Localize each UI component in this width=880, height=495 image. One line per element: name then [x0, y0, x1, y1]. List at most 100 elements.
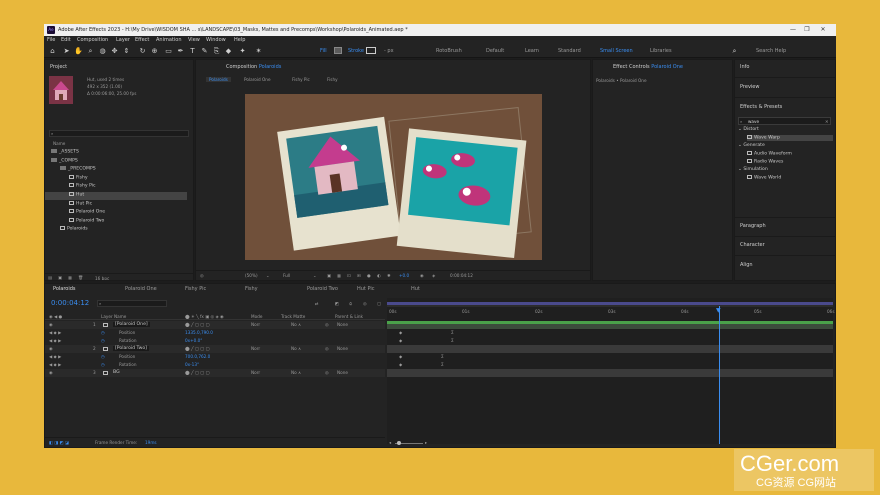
- layer-name[interactable]: [Polaroid One]: [113, 322, 150, 327]
- crumb-fishy[interactable]: Fishy: [327, 77, 338, 82]
- selection-tool-icon[interactable]: ➤: [62, 47, 71, 55]
- keyframe-nav-icon[interactable]: ◀ ◆ ▶: [49, 354, 61, 359]
- menu-layer[interactable]: Layer: [116, 37, 130, 43]
- effects-item[interactable]: Audio Waveform: [747, 151, 833, 157]
- info-panel-title[interactable]: Info: [740, 64, 749, 70]
- effects-item[interactable]: Wave Warp: [747, 135, 833, 141]
- search-help[interactable]: Search Help: [756, 48, 786, 54]
- stopwatch-icon[interactable]: ◷: [101, 362, 105, 367]
- time-graph[interactable]: 00s 01s 02s 03s 04s 05s 06s ◆ Σ ◆ Σ ◆ Σ ◆ Σ ▼: [387, 298, 835, 444]
- fill-swatch[interactable]: [334, 47, 342, 54]
- property-value[interactable]: 1335.0,790.0: [185, 330, 213, 335]
- project-item[interactable]: _ASSETS: [45, 149, 187, 157]
- paragraph-panel-title[interactable]: Paragraph: [740, 223, 766, 229]
- property-value[interactable]: 0x+0.0°: [185, 338, 202, 343]
- menu-effect[interactable]: Effect: [135, 37, 149, 43]
- anchor-tool-icon[interactable]: ⊕: [150, 47, 159, 55]
- workspace-default[interactable]: Default: [486, 48, 504, 54]
- layer-trkmat[interactable]: No ∧: [291, 322, 301, 327]
- trkmat-column[interactable]: Track Matte: [281, 314, 305, 319]
- layer-switches-icon[interactable]: ⬤ ╱ ▢ ▢ ▢: [185, 322, 209, 327]
- effects-search-input[interactable]: ⌕ wave ✕: [738, 117, 831, 125]
- menu-animation[interactable]: Animation: [156, 37, 182, 43]
- timeline-tab[interactable]: Fishy: [245, 286, 258, 292]
- dolly-tool-icon[interactable]: ⇕: [122, 47, 131, 55]
- crumb-polaroid-one[interactable]: Polaroid One: [244, 77, 271, 82]
- layer-row[interactable]: ◉ 1 [Polaroid One] ⬤ ╱ ▢ ▢ ▢ Norr No ∧ ◎ None: [45, 321, 385, 329]
- character-panel-title[interactable]: Character: [740, 242, 765, 248]
- parent-pickwhip-icon[interactable]: ◎: [325, 370, 329, 375]
- exposure-value[interactable]: +0.0: [399, 273, 409, 278]
- graph-editor-icon[interactable]: ▢: [377, 301, 381, 306]
- effects-item[interactable]: Radio Waves: [747, 159, 833, 165]
- menu-window[interactable]: Window: [206, 37, 226, 43]
- puppet-tool-icon[interactable]: ✶: [254, 47, 263, 55]
- timeline-current-time[interactable]: 0:00:04:12: [51, 299, 89, 307]
- stroke-width[interactable]: - px: [384, 48, 394, 54]
- project-item[interactable]: Polaroids: [45, 226, 187, 234]
- workspace-libraries[interactable]: Libraries: [650, 48, 672, 54]
- bpc-label[interactable]: 16 bpc: [95, 276, 109, 280]
- guides-icon[interactable]: ⊞: [357, 273, 361, 278]
- eraser-tool-icon[interactable]: ◆: [224, 47, 233, 55]
- eye-icon[interactable]: ◉: [49, 322, 53, 327]
- crumb-polaroids[interactable]: Polaroids: [206, 77, 231, 82]
- comp-time[interactable]: 0:00:04:12: [450, 273, 473, 278]
- eye-icon[interactable]: ◉: [49, 346, 53, 351]
- rotate-tool-icon[interactable]: ↻: [138, 47, 147, 55]
- workspace-small-screen[interactable]: Small Screen: [600, 48, 633, 54]
- layer-duration-bar[interactable]: [387, 345, 833, 353]
- keyframe-nav-icon[interactable]: ◀ ◆ ▶: [49, 330, 61, 335]
- clone-tool-icon[interactable]: ⎘: [212, 47, 221, 55]
- project-item[interactable]: _PRECOMPS: [45, 166, 187, 174]
- maximize-button[interactable]: ❐: [802, 26, 812, 34]
- keyframe-nav-icon[interactable]: ◀ ◆ ▶: [49, 338, 61, 343]
- timeline-search-input[interactable]: [97, 300, 167, 307]
- motion-blur-icon[interactable]: ◎: [363, 301, 367, 306]
- property-row[interactable]: ◀ ◆ ▶ ◷ Rotation 0x-13°: [45, 361, 385, 369]
- project-search-input[interactable]: [49, 130, 189, 137]
- layer-trkmat[interactable]: No ∧: [291, 370, 301, 375]
- layer-mode[interactable]: Norr: [251, 370, 260, 375]
- type-tool-icon[interactable]: T: [188, 47, 197, 55]
- comp-flowchart-icon[interactable]: ⇄: [315, 301, 319, 306]
- always-preview-icon[interactable]: ◎: [200, 273, 204, 278]
- project-name-column[interactable]: Name: [53, 141, 65, 146]
- keyframe-nav-icon[interactable]: ◀ ◆ ▶: [49, 362, 61, 367]
- keyframe-icon[interactable]: ◆: [399, 362, 402, 367]
- layer-parent[interactable]: None: [337, 346, 348, 351]
- crumb-fishy-pic[interactable]: Fishy Pic: [292, 77, 310, 82]
- property-row[interactable]: ◀ ◆ ▶ ◷ Position 1335.0,790.0: [45, 329, 385, 337]
- interpret-footage-icon[interactable]: ▤: [48, 275, 52, 280]
- region-icon[interactable]: ▣: [327, 273, 331, 278]
- project-item[interactable]: Polaroid Two: [45, 217, 187, 226]
- playhead[interactable]: [719, 306, 720, 444]
- snapshot-icon[interactable]: ◉: [420, 273, 424, 278]
- effect-controls-title[interactable]: Effect Controls Polaroid One: [613, 64, 683, 70]
- effects-group[interactable]: ⌄ Simulation: [738, 167, 768, 172]
- brush-tool-icon[interactable]: ✎: [200, 47, 209, 55]
- workspace-standard[interactable]: Standard: [558, 48, 581, 54]
- project-item[interactable]: Polaroid One: [45, 209, 187, 217]
- show-snapshot-icon[interactable]: ◈: [432, 273, 435, 278]
- layer-name-column[interactable]: Layer Name: [101, 314, 126, 319]
- keyframe-icon[interactable]: Σ: [441, 354, 444, 359]
- timeline-tab[interactable]: Hut: [411, 286, 420, 292]
- layer-row[interactable]: ◉ 2 [Polaroid Two] ⬤ ╱ ▢ ▢ ▢ Norr No ∧ ◎ None: [45, 345, 385, 353]
- orbit-tool-icon[interactable]: ◍: [98, 47, 107, 55]
- work-area-range[interactable]: [387, 302, 833, 305]
- project-item[interactable]: Hut Pic: [45, 200, 187, 209]
- stopwatch-icon[interactable]: ◷: [101, 338, 105, 343]
- resolution-dropdown[interactable]: Full: [283, 273, 290, 278]
- timeline-tab[interactable]: Hut Pic: [357, 286, 375, 292]
- transparency-grid-icon[interactable]: ▦: [337, 273, 341, 278]
- color-management-icon[interactable]: ◐: [377, 273, 381, 278]
- align-panel-title[interactable]: Align: [740, 262, 753, 268]
- project-item[interactable]: Fishy Pic: [45, 183, 187, 191]
- layer-switches-icon[interactable]: ◧ ◨ ◩ ◪: [49, 440, 69, 445]
- layer-trkmat[interactable]: No ∧: [291, 346, 301, 351]
- pen-tool-icon[interactable]: ✒: [176, 47, 185, 55]
- close-button[interactable]: ✕: [818, 26, 828, 34]
- project-item[interactable]: Fishy: [45, 174, 187, 183]
- effects-group[interactable]: ⌄ Distort: [738, 127, 759, 132]
